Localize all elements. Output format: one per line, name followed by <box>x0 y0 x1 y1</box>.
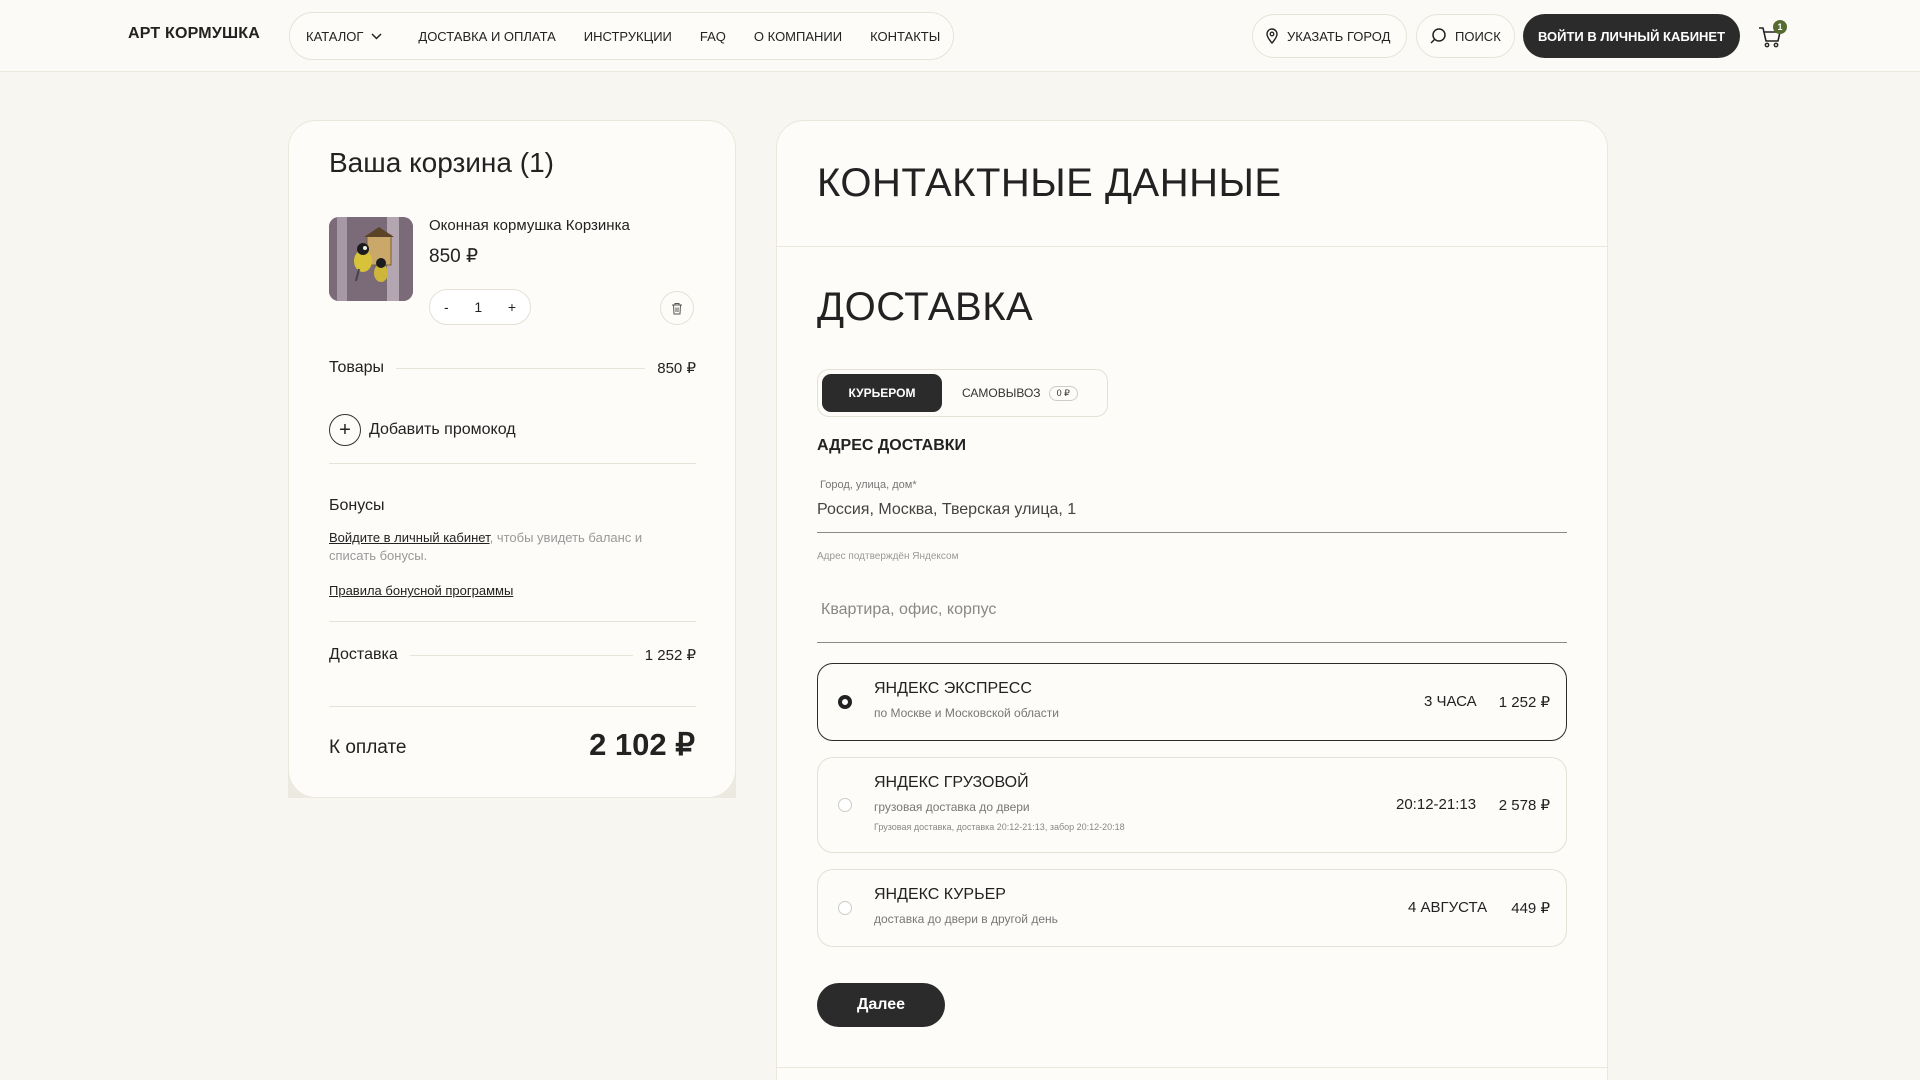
nav-faq[interactable]: FAQ <box>700 29 726 44</box>
bird-feeder-image <box>329 217 413 301</box>
option-subtitle: доставка до двери в другой день <box>874 912 1058 926</box>
qty-decrease-button[interactable]: - <box>444 299 449 315</box>
divider <box>329 621 696 622</box>
search-label: ПОИСК <box>1455 28 1501 44</box>
divider <box>329 706 696 707</box>
product-name[interactable]: Оконная кормушка Корзинка <box>429 217 630 234</box>
goods-value: 850 ₽ <box>657 360 696 377</box>
option-title: ЯНДЕКС ЭКСПРЕСС <box>874 680 1032 697</box>
add-promocode-button[interactable]: + Добавить промокод <box>329 414 516 446</box>
goods-label: Товары <box>329 359 385 376</box>
tab-pickup[interactable]: САМОВЫВОЗ 0 ₽ <box>962 385 1078 401</box>
quantity-stepper: - 1 + <box>429 289 531 325</box>
qty-increase-button[interactable]: + <box>508 299 516 315</box>
nav-instructions[interactable]: ИНСТРУКЦИИ <box>584 29 672 44</box>
pickup-price-badge: 0 ₽ <box>1048 385 1078 401</box>
radio-button[interactable] <box>838 695 852 709</box>
cart-title: Ваша корзина (1) <box>329 147 554 178</box>
option-title: ЯНДЕКС КУРЬЕР <box>874 886 1006 903</box>
city-label: УКАЗАТЬ ГОРОД <box>1287 28 1391 44</box>
city-button[interactable]: УКАЗАТЬ ГОРОД <box>1252 14 1407 58</box>
main-nav: КАТАЛОГ ДОСТАВКА И ОПЛАТА ИНСТРУКЦИИ FAQ… <box>289 12 954 60</box>
delivery-value: 1 252 ₽ <box>644 647 696 664</box>
tab-pickup-label: САМОВЫВОЗ <box>962 386 1041 400</box>
contacts-section-header[interactable]: КОНТАКТНЫЕ ДАННЫЕ <box>777 121 1607 247</box>
delivery-option-yandex-cargo[interactable]: ЯНДЕКС ГРУЗОВОЙ грузовая доставка до две… <box>817 757 1567 853</box>
header-cart-button[interactable]: 1 <box>1757 20 1789 52</box>
radio-button[interactable] <box>838 798 852 812</box>
cart-count-badge: 1 <box>1773 20 1787 34</box>
divider <box>329 463 696 464</box>
address-title: АДРЕС ДОСТАВКИ <box>817 437 967 454</box>
location-pin-icon <box>1266 28 1278 44</box>
option-time: 3 ЧАСА <box>1424 693 1477 710</box>
total-label: К оплате <box>329 737 407 758</box>
next-button[interactable]: Далее <box>817 983 945 1027</box>
address-input[interactable]: Россия, Москва, Тверская улица, 1 <box>817 501 1567 533</box>
address-hint: Адрес подтверждён Яндексом <box>817 551 959 562</box>
option-title: ЯНДЕКС ГРУЗОВОЙ <box>874 774 1029 791</box>
remove-item-button[interactable] <box>660 291 694 325</box>
nav-contacts[interactable]: КОНТАКТЫ <box>870 29 940 44</box>
delivery-label: Доставка <box>329 646 398 663</box>
option-price: 2 578 ₽ <box>1498 797 1550 814</box>
option-subtitle: грузовая доставка до двери <box>874 800 1030 814</box>
delivery-option-yandex-express[interactable]: ЯНДЕКС ЭКСПРЕСС по Москве и Московской о… <box>817 663 1567 741</box>
total-value: 2 102 ₽ <box>589 727 695 762</box>
nav-delivery[interactable]: ДОСТАВКА И ОПЛАТА <box>418 29 555 44</box>
delivery-cost-row: Доставка 1 252 ₽ <box>329 646 696 664</box>
goods-total-row: Товары 850 ₽ <box>329 359 696 377</box>
apartment-input[interactable]: Квартира, офис, корпус <box>817 601 1567 643</box>
search-button[interactable]: ПОИСК <box>1416 14 1515 58</box>
address-field-label: Город, улица, дом* <box>820 479 917 491</box>
product-image[interactable] <box>329 217 413 301</box>
trash-icon <box>672 302 682 314</box>
radio-button[interactable] <box>838 901 852 915</box>
option-subtitle: по Москве и Московской области <box>874 706 1059 720</box>
nav-about[interactable]: О КОМПАНИИ <box>754 29 842 44</box>
nav-catalog-label: КАТАЛОГ <box>306 28 364 44</box>
delivery-title: ДОСТАВКА <box>817 285 1034 329</box>
product-price: 850 ₽ <box>429 246 479 267</box>
checkout-panel: КОНТАКТНЫЕ ДАННЫЕ ДОСТАВКА КУРЬЕРОМ САМО… <box>776 120 1608 1080</box>
bonus-title: Бонусы <box>329 497 385 514</box>
chevron-down-icon <box>371 32 382 40</box>
search-icon <box>1430 28 1446 44</box>
site-header: АРТ КОРМУШКА КАТАЛОГ ДОСТАВКА И ОПЛАТА И… <box>0 0 1920 72</box>
option-time: 20:12-21:13 <box>1396 796 1477 813</box>
bonus-description: Войдите в личный кабинет, чтобы увидеть … <box>329 529 669 565</box>
login-button[interactable]: ВОЙТИ В ЛИЧНЫЙ КАБИНЕТ <box>1523 14 1740 58</box>
divider <box>777 1067 1607 1068</box>
cart-summary-panel: Ваша корзина (1) Оконная кормушка Корзин… <box>288 120 736 798</box>
promocode-label: Добавить промокод <box>369 421 516 438</box>
delivery-method-tabs: КУРЬЕРОМ САМОВЫВОЗ 0 ₽ <box>817 369 1108 417</box>
leader-dots <box>396 367 646 369</box>
leader-dots <box>409 654 633 656</box>
option-time: 4 АВГУСТА <box>1408 899 1488 916</box>
bonus-rules-link[interactable]: Правила бонусной программы <box>329 583 513 598</box>
plus-circle-icon: + <box>329 414 361 446</box>
login-link[interactable]: Войдите в личный кабинет <box>329 530 490 545</box>
contacts-title: КОНТАКТНЫЕ ДАННЫЕ <box>817 161 1282 205</box>
site-logo[interactable]: АРТ КОРМУШКА <box>128 25 260 43</box>
nav-catalog[interactable]: КАТАЛОГ <box>306 29 382 44</box>
option-price: 1 252 ₽ <box>1498 694 1550 711</box>
qty-value[interactable]: 1 <box>474 299 482 315</box>
delivery-option-yandex-courier[interactable]: ЯНДЕКС КУРЬЕР доставка до двери в другой… <box>817 869 1567 947</box>
option-price: 449 ₽ <box>1511 900 1550 917</box>
option-note: Грузовая доставка, доставка 20:12-21:13,… <box>874 822 1125 832</box>
tab-courier[interactable]: КУРЬЕРОМ <box>822 374 942 412</box>
